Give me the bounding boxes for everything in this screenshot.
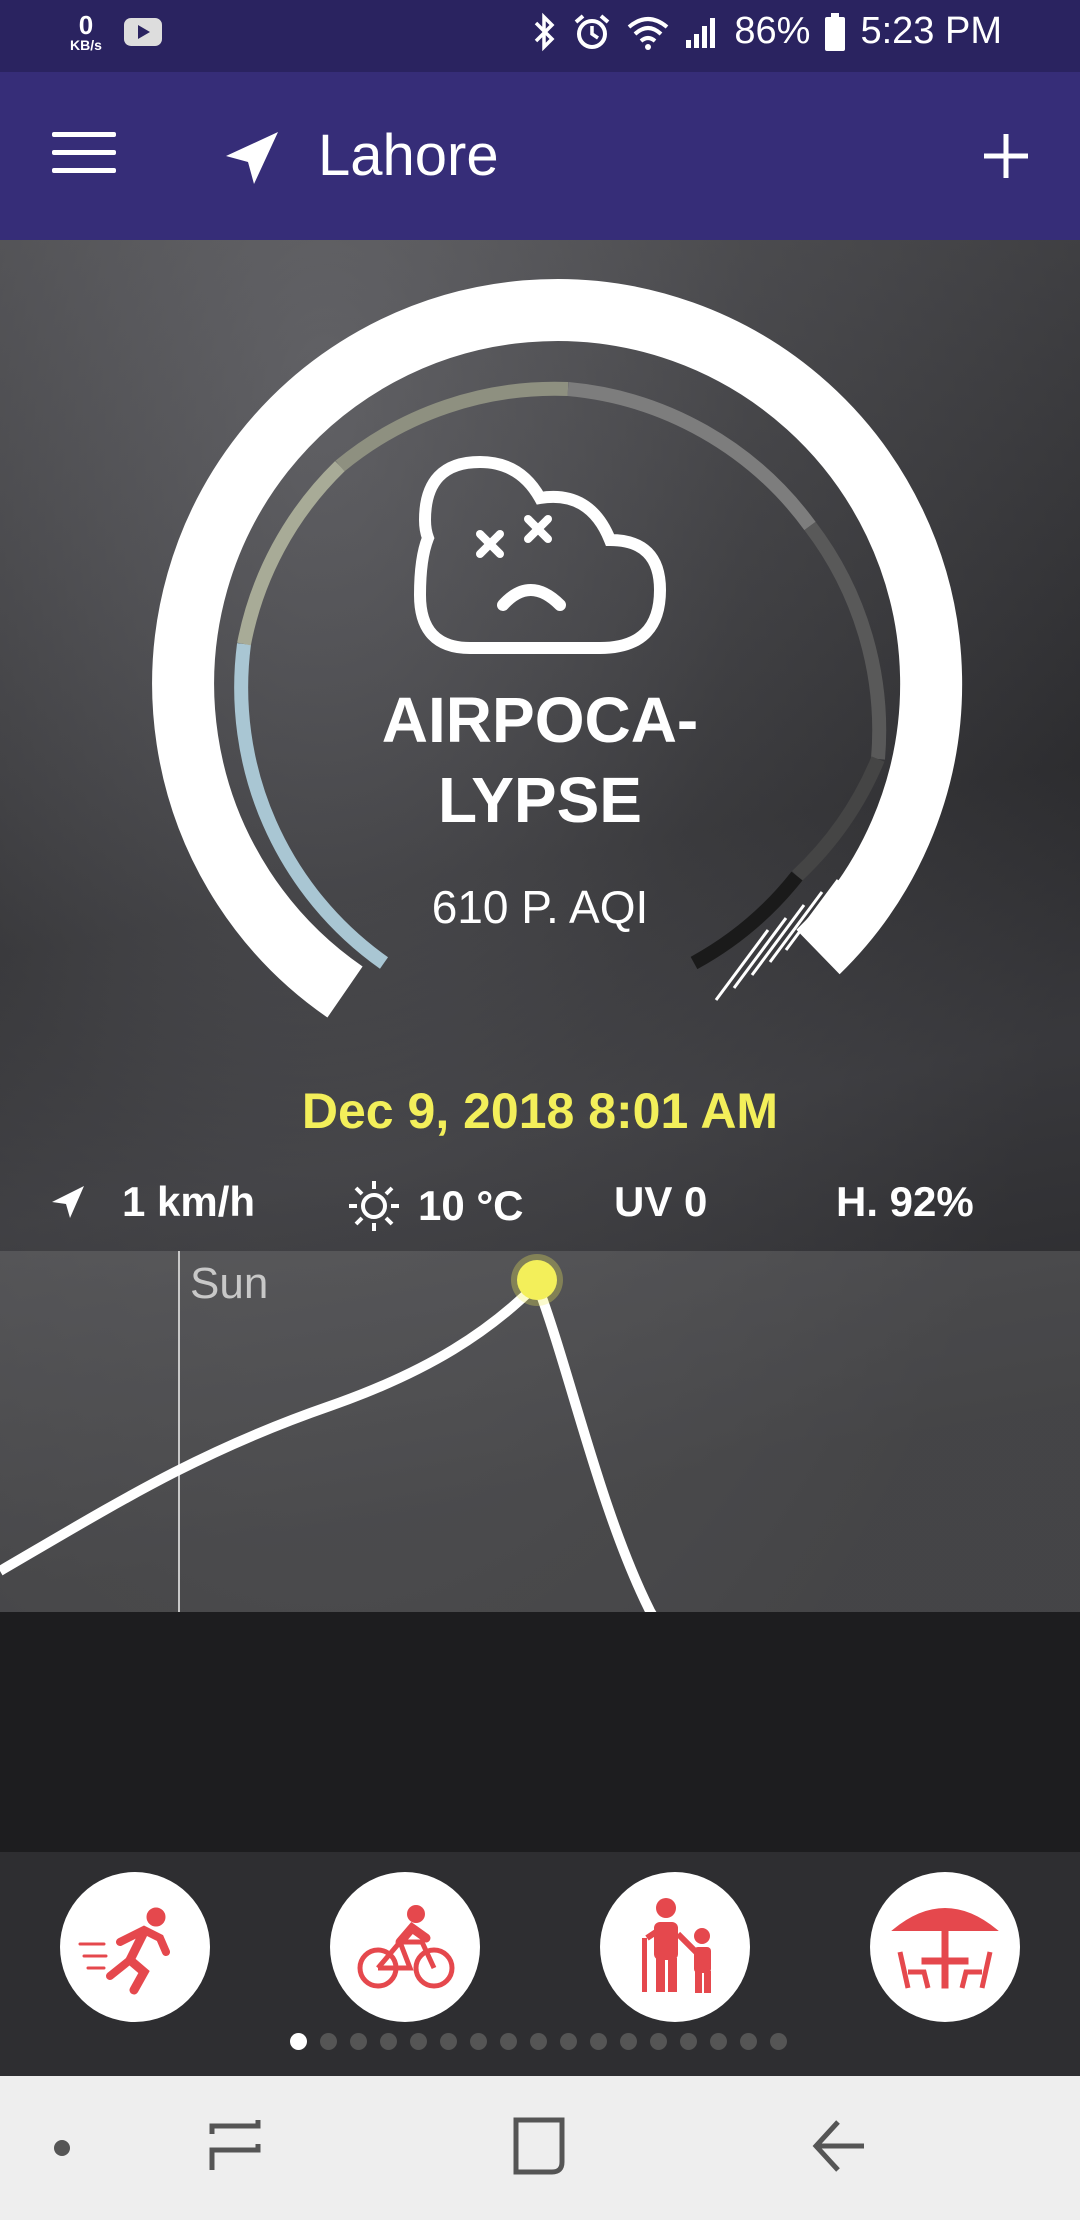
app-bar: Lahore — [0, 72, 1080, 240]
page-dot[interactable] — [560, 2033, 577, 2050]
elderly-and-child-icon — [642, 1898, 711, 1993]
recent-apps-icon[interactable] — [208, 2116, 262, 2176]
current-point — [517, 1260, 557, 1300]
back-icon[interactable] — [812, 2116, 868, 2176]
uv-value: UV 0 — [614, 1178, 708, 1225]
page-dot[interactable] — [440, 2033, 457, 2050]
page-dot[interactable] — [710, 2033, 727, 2050]
uv-metric: UV 0 — [614, 1178, 707, 1226]
running-activity-button[interactable] — [60, 1872, 210, 2022]
status-right: 86% 5:23 PM — [532, 10, 1002, 53]
cycling-activity-button[interactable] — [330, 1872, 480, 2022]
net-speed-value: 0 — [78, 10, 94, 40]
net-speed: 0 KB/s — [70, 12, 102, 52]
page-dot[interactable] — [470, 2033, 487, 2050]
wind-speed: 1 km/h — [122, 1178, 256, 1225]
location-arrow-icon — [226, 132, 278, 184]
net-speed-unit: KB/s — [70, 37, 102, 53]
page-indicator — [290, 2033, 787, 2050]
home-icon[interactable] — [512, 2116, 566, 2176]
patio-umbrella-icon — [891, 1908, 999, 1989]
alarm-icon — [575, 13, 610, 49]
humidity-metric: H. 92% — [836, 1178, 974, 1226]
page-dot[interactable] — [410, 2033, 427, 2050]
air-status-title: AIRPOCA- LYPSE — [340, 680, 740, 840]
page-dot[interactable] — [770, 2033, 787, 2050]
running-icon — [78, 1907, 170, 1995]
page-dot[interactable] — [590, 2033, 607, 2050]
elderly-children-activity-button[interactable] — [600, 1872, 750, 2022]
battery-icon — [825, 12, 846, 51]
aqi-value: 610 P. AQI — [431, 881, 649, 933]
humidity-value: H. 92% — [836, 1178, 974, 1225]
wind-metric: 1 km/h — [48, 1178, 255, 1226]
air-status-line-2: LYPSE — [438, 764, 642, 836]
clock: 5:23 PM — [860, 10, 1002, 52]
menu-icon[interactable] — [52, 132, 116, 176]
weather-metrics: 1 km/h 10 °C UV 0 H. 92% — [0, 1170, 1080, 1250]
wifi-icon — [628, 16, 669, 50]
add-location-icon[interactable] — [982, 132, 1030, 180]
activities-strip — [0, 1612, 1080, 1852]
page-dot[interactable] — [500, 2033, 517, 2050]
dot-indicator-icon — [54, 2140, 70, 2156]
cycling-icon — [357, 1905, 455, 1989]
page-dot[interactable] — [350, 2033, 367, 2050]
air-status-line-1: AIRPOCA- — [381, 684, 699, 756]
outdoor-dining-activity-button[interactable] — [870, 1872, 1020, 2022]
aqi-gauge — [152, 278, 963, 1018]
page-dot[interactable] — [290, 2033, 307, 2050]
bluetooth-icon — [535, 12, 555, 51]
system-navigation-bar — [0, 2076, 1080, 2220]
sad-cloud-icon — [413, 455, 667, 654]
status-bar: 0 KB/s 86% 5:23 PM — [0, 0, 1080, 72]
sun-icon — [349, 1181, 399, 1231]
page-dot[interactable] — [380, 2033, 397, 2050]
signal-icon — [686, 17, 716, 48]
temperature-metric: 10 °C — [346, 1178, 524, 1234]
air-quality-panel: AIRPOCA- LYPSE 610 P. AQI Dec 9, 2018 8:… — [0, 240, 1080, 1852]
status-left: 0 KB/s — [70, 12, 162, 52]
page-dot[interactable] — [320, 2033, 337, 2050]
reading-datetime: Dec 9, 2018 8:01 AM — [301, 1083, 779, 1139]
page-dot[interactable] — [680, 2033, 697, 2050]
page-dot[interactable] — [740, 2033, 757, 2050]
battery-percent: 86% — [734, 10, 811, 52]
temperature-value: 10 °C — [418, 1182, 524, 1229]
youtube-notification-icon — [123, 18, 162, 46]
page-dot[interactable] — [620, 2033, 637, 2050]
page-dot[interactable] — [530, 2033, 547, 2050]
day-label: Sun — [190, 1259, 269, 1308]
wind-direction-icon — [52, 1186, 84, 1218]
city-name[interactable]: Lahore — [318, 118, 499, 193]
page-dot[interactable] — [650, 2033, 667, 2050]
